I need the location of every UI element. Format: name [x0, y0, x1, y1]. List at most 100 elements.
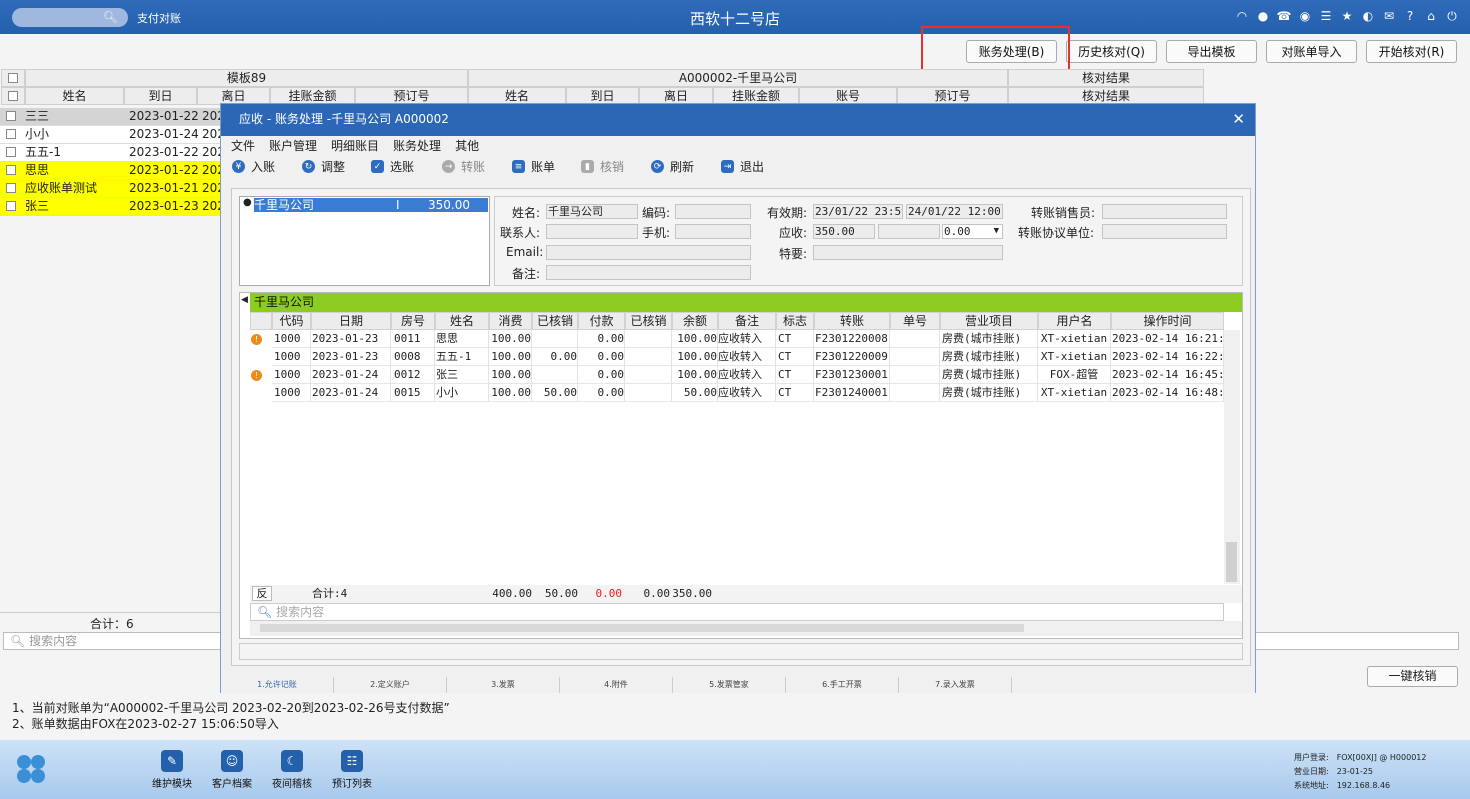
- scroll-thumb[interactable]: [1226, 542, 1237, 582]
- col-room[interactable]: 房号: [391, 312, 435, 330]
- receivable-select[interactable]: 0.00 ▼: [942, 224, 1003, 239]
- account-info: 姓名: 千里马公司 编码: 联系人: 手机: Email: 备注: 有效期: 2…: [494, 196, 1243, 286]
- col-user[interactable]: 用户名: [1038, 312, 1111, 330]
- mobile-field[interactable]: [675, 224, 751, 239]
- menu-accounting[interactable]: 账务处理: [393, 137, 441, 154]
- account-list[interactable]: ● 千里马公司 I 350.00: [239, 196, 490, 286]
- tool-writeoff[interactable]: ▮ 核销: [581, 158, 624, 175]
- col-payment[interactable]: 付款: [578, 312, 625, 330]
- col-arrival[interactable]: 到日: [124, 87, 197, 105]
- table-row[interactable]: 五五-1 2023-01-22 202: [0, 144, 225, 162]
- contact-field[interactable]: [546, 224, 638, 239]
- phone-icon[interactable]: ☎: [1276, 8, 1292, 24]
- one-click-writeoff-button[interactable]: 一键核销: [1367, 666, 1458, 687]
- table-row[interactable]: 三三 2023-01-22 202: [0, 108, 225, 126]
- table-row[interactable]: 张三 2023-01-23 202: [0, 198, 225, 216]
- module-maintenance[interactable]: ✎ 维护模块: [142, 750, 202, 790]
- list-item[interactable]: 千里马公司 I 350.00: [254, 198, 488, 212]
- detail-search-input[interactable]: 🔍︎ 搜索内容: [250, 603, 1224, 621]
- tab-invoice[interactable]: 3.发票: [447, 677, 560, 693]
- menu-file[interactable]: 文件: [231, 137, 255, 154]
- vertical-scrollbar[interactable]: [1224, 330, 1240, 584]
- mail-icon[interactable]: ✉: [1381, 8, 1397, 24]
- history-check-button[interactable]: 历史核对(Q): [1066, 40, 1157, 63]
- email-field[interactable]: [546, 245, 751, 260]
- col-code[interactable]: 代码: [272, 312, 311, 330]
- palette-icon[interactable]: ◉: [1297, 8, 1313, 24]
- tool-adjust[interactable]: ↻ 调整: [302, 158, 345, 175]
- export-template-button[interactable]: 导出模板: [1166, 40, 1257, 63]
- col-writeoff-2[interactable]: 已核销: [625, 312, 672, 330]
- caret-left-icon[interactable]: ◀: [241, 295, 248, 305]
- select-all-header-2[interactable]: [1, 87, 25, 105]
- menu-detail[interactable]: 明细账目: [331, 137, 379, 154]
- scroll-thumb[interactable]: [260, 624, 1024, 632]
- check-icon: ✓: [371, 160, 384, 173]
- col-order-no[interactable]: 单号: [890, 312, 940, 330]
- tab-attachment[interactable]: 4.附件: [560, 677, 673, 693]
- horizontal-scrollbar[interactable]: [250, 621, 1242, 636]
- seller-field[interactable]: [1102, 204, 1227, 219]
- menu-account[interactable]: 账户管理: [269, 137, 317, 154]
- help-icon[interactable]: ?: [1402, 8, 1418, 24]
- select-all-header[interactable]: [1, 69, 25, 87]
- table-row[interactable]: 应收账单测试 2023-01-21 202: [0, 180, 225, 198]
- col-remark[interactable]: 备注: [718, 312, 776, 330]
- total-count: 合计：6: [90, 617, 134, 631]
- col-flag[interactable]: 标志: [776, 312, 814, 330]
- tool-refresh[interactable]: ⟳ 刷新: [651, 158, 694, 175]
- close-icon[interactable]: ✕: [1232, 110, 1245, 128]
- col-guest[interactable]: 姓名: [435, 312, 489, 330]
- tool-transfer[interactable]: → 转账: [442, 158, 485, 175]
- detail-grid: ◀ 千里马公司 代码 日期 房号 姓名 消费 已核销 付款 已核销 余额 备注 …: [239, 292, 1243, 639]
- contrast-icon[interactable]: ◐: [1360, 8, 1376, 24]
- module-booking-list[interactable]: ☷ 预订列表: [322, 750, 382, 790]
- note-line-1: 1、当前对账单为“A000002-千里马公司 2023-02-20到2023-0…: [12, 701, 450, 715]
- tab-enter-invoice[interactable]: 7.录入发票: [899, 677, 1012, 693]
- tab-define-account[interactable]: 2.定义账户: [334, 677, 447, 693]
- chat-icon[interactable]: ●: [1255, 8, 1271, 24]
- menu-other[interactable]: 其他: [455, 137, 479, 154]
- table-row[interactable]: 小小 2023-01-24 202: [0, 126, 225, 144]
- valid-from-field[interactable]: 23/01/22 23:59: [813, 204, 903, 219]
- start-check-button[interactable]: 开始核对(R): [1366, 40, 1457, 63]
- warning-icon: !: [251, 334, 262, 345]
- wifi-icon[interactable]: ◠: [1234, 8, 1250, 24]
- tool-select[interactable]: ✓ 选账: [371, 158, 414, 175]
- table-row[interactable]: 思思 2023-01-22 202: [0, 162, 225, 180]
- agreement-unit-field[interactable]: [1102, 224, 1227, 239]
- search-icon: 🔍︎: [257, 605, 277, 619]
- col-writeoff-1[interactable]: 已核销: [532, 312, 578, 330]
- col-business-item[interactable]: 营业项目: [940, 312, 1038, 330]
- remark-field[interactable]: [546, 265, 751, 280]
- import-statement-button[interactable]: 对账单导入: [1266, 40, 1357, 63]
- tab-invoice-manager[interactable]: 5.发票管家: [673, 677, 786, 693]
- dialog-panel: ● 千里马公司 I 350.00 姓名: 千里马公司 编码: 联系人: 手机: …: [231, 188, 1251, 666]
- chevron-down-icon: ▼: [993, 226, 999, 236]
- module-night-audit[interactable]: ☾ 夜间稽核: [262, 750, 322, 790]
- valid-to-field[interactable]: 24/01/22 12:00: [906, 204, 1003, 219]
- menu-icon[interactable]: ☰: [1318, 8, 1334, 24]
- home-icon[interactable]: ⌂: [1423, 8, 1439, 24]
- tab-manual-invoice[interactable]: 6.手工开票: [786, 677, 899, 693]
- code-field[interactable]: [675, 204, 751, 219]
- col-date[interactable]: 日期: [311, 312, 391, 330]
- warning-icon: !: [251, 370, 262, 381]
- reverse-button[interactable]: 反: [252, 586, 272, 601]
- col-spend[interactable]: 消费: [489, 312, 532, 330]
- col-transfer[interactable]: 转账: [814, 312, 890, 330]
- tool-bill[interactable]: ≡ 账单: [512, 158, 555, 175]
- name-field[interactable]: 千里马公司: [546, 204, 638, 219]
- receivable-extra-field[interactable]: [878, 224, 940, 239]
- special-field[interactable]: [813, 245, 1003, 260]
- col-name[interactable]: 姓名: [25, 87, 124, 105]
- col-balance[interactable]: 余额: [672, 312, 718, 330]
- tool-post[interactable]: ¥ 入账: [232, 158, 275, 175]
- tab-allow-posting[interactable]: 1.允许记账: [221, 677, 334, 693]
- col-op-time[interactable]: 操作时间: [1111, 312, 1224, 330]
- star-icon[interactable]: ★: [1339, 8, 1355, 24]
- module-customers[interactable]: ☺ 客户档案: [202, 750, 262, 790]
- power-icon[interactable]: ⏻: [1444, 8, 1460, 24]
- receivable-field[interactable]: 350.00: [813, 224, 875, 239]
- tool-exit[interactable]: ⇥ 退出: [721, 158, 764, 175]
